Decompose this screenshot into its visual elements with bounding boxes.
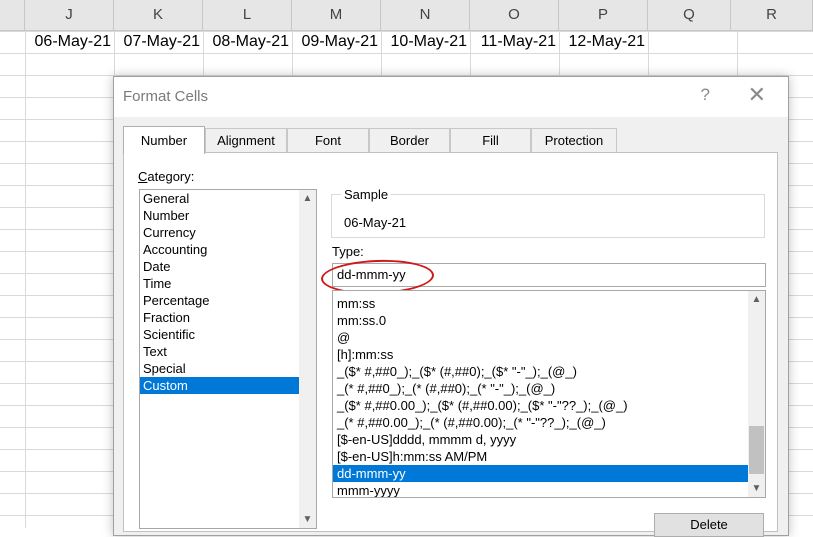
tab-fill[interactable]: Fill bbox=[450, 128, 531, 152]
cell-m1[interactable]: 09-May-21 bbox=[292, 31, 381, 53]
category-fraction[interactable]: Fraction bbox=[140, 309, 299, 326]
category-special[interactable]: Special bbox=[140, 360, 299, 377]
category-label: Category: bbox=[138, 169, 194, 184]
scroll-up-icon[interactable]: ▲ bbox=[748, 291, 765, 308]
category-label-accesskey: C bbox=[138, 169, 148, 184]
type-item-text-at[interactable]: @ bbox=[333, 329, 765, 346]
number-tab-panel: Category: General Number Currency Accoun… bbox=[123, 152, 778, 537]
tab-border[interactable]: Border bbox=[369, 128, 450, 152]
column-header-n[interactable]: N bbox=[381, 0, 470, 30]
type-item-mmm-yyyy[interactable]: mmm-yyyy bbox=[333, 482, 765, 497]
column-header-r[interactable]: R bbox=[731, 0, 813, 30]
type-item-mm-ss[interactable]: mm:ss bbox=[333, 295, 765, 312]
select-all-corner[interactable] bbox=[0, 0, 25, 30]
category-currency[interactable]: Currency bbox=[140, 224, 299, 241]
type-label: Type: bbox=[332, 244, 364, 259]
sample-label: Sample bbox=[341, 187, 392, 202]
format-cells-dialog: Format Cells ? ✕ Number Alignment Font B… bbox=[113, 76, 789, 537]
type-item-long-date[interactable]: [$-en-US]dddd, mmmm d, yyyy bbox=[333, 431, 765, 448]
column-header-p[interactable]: P bbox=[559, 0, 648, 30]
column-header-q[interactable]: Q bbox=[648, 0, 731, 30]
type-item-elapsed-hours[interactable]: [h]:mm:ss bbox=[333, 346, 765, 363]
type-item-time-ampm[interactable]: [$-en-US]h:mm:ss AM/PM bbox=[333, 448, 765, 465]
cell-o1[interactable]: 11-May-21 bbox=[470, 31, 559, 53]
type-input[interactable]: dd-mmm-yy bbox=[332, 263, 766, 287]
type-item-accounting[interactable]: _(* #,##0_);_(* (#,##0);_(* "-"_);_(@_) bbox=[333, 380, 765, 397]
scroll-down-icon[interactable]: ▼ bbox=[299, 511, 316, 528]
column-header-m[interactable]: M bbox=[292, 0, 381, 30]
cell-n1[interactable]: 10-May-21 bbox=[381, 31, 470, 53]
type-item-dd-mmm-yy[interactable]: dd-mmm-yy bbox=[333, 465, 748, 482]
type-item-accounting-decimal[interactable]: _(* #,##0.00_);_(* (#,##0.00);_(* "-"??_… bbox=[333, 414, 765, 431]
cell-p1[interactable]: 12-May-21 bbox=[559, 31, 648, 53]
sample-value: 06-May-21 bbox=[344, 215, 407, 230]
type-item-accounting-currency[interactable]: _($* #,##0_);_($* (#,##0);_($* "-"_);_(@… bbox=[333, 363, 765, 380]
dialog-title: Format Cells bbox=[123, 88, 209, 105]
category-label-text: ategory: bbox=[147, 169, 195, 184]
category-time[interactable]: Time bbox=[140, 275, 299, 292]
tab-number[interactable]: Number bbox=[123, 126, 205, 154]
category-list[interactable]: General Number Currency Accounting Date … bbox=[139, 189, 317, 529]
tab-font[interactable]: Font bbox=[287, 128, 369, 152]
category-scientific[interactable]: Scientific bbox=[140, 326, 299, 343]
dialog-title-bar[interactable]: Format Cells ? ✕ bbox=[114, 77, 788, 117]
scroll-up-icon[interactable]: ▲ bbox=[299, 190, 316, 207]
type-item-accounting-currency-decimal[interactable]: _($* #,##0.00_);_($* (#,##0.00);_($* "-"… bbox=[333, 397, 765, 414]
tab-alignment[interactable]: Alignment bbox=[205, 128, 287, 152]
category-text[interactable]: Text bbox=[140, 343, 299, 360]
tab-protection[interactable]: Protection bbox=[531, 128, 617, 152]
cell-k1[interactable]: 07-May-21 bbox=[114, 31, 203, 53]
column-header-o[interactable]: O bbox=[470, 0, 559, 30]
scroll-down-icon[interactable]: ▼ bbox=[748, 480, 765, 497]
column-header-k[interactable]: K bbox=[114, 0, 203, 30]
type-scrollbar[interactable]: ▲ ▼ bbox=[748, 291, 765, 497]
help-button[interactable]: ? bbox=[701, 85, 710, 105]
column-header-l[interactable]: L bbox=[203, 0, 292, 30]
category-custom[interactable]: Custom bbox=[140, 377, 299, 394]
category-scrollbar[interactable]: ▲ ▼ bbox=[299, 190, 316, 528]
cell-j1[interactable]: 06-May-21 bbox=[25, 31, 114, 53]
close-icon[interactable]: ✕ bbox=[748, 82, 766, 108]
category-date[interactable]: Date bbox=[140, 258, 299, 275]
type-item-mm-ss-0[interactable]: mm:ss.0 bbox=[333, 312, 765, 329]
category-general[interactable]: General bbox=[140, 190, 299, 207]
cell-l1[interactable]: 08-May-21 bbox=[203, 31, 292, 53]
scroll-thumb[interactable] bbox=[749, 426, 764, 474]
column-header-row: J K L M N O P Q R bbox=[0, 0, 813, 31]
category-percentage[interactable]: Percentage bbox=[140, 292, 299, 309]
delete-button[interactable]: Delete bbox=[654, 513, 764, 537]
category-number[interactable]: Number bbox=[140, 207, 299, 224]
type-list[interactable]: mm:ss mm:ss.0 @ [h]:mm:ss _($* #,##0_);_… bbox=[332, 290, 766, 498]
category-accounting[interactable]: Accounting bbox=[140, 241, 299, 258]
column-header-j[interactable]: J bbox=[25, 0, 114, 30]
